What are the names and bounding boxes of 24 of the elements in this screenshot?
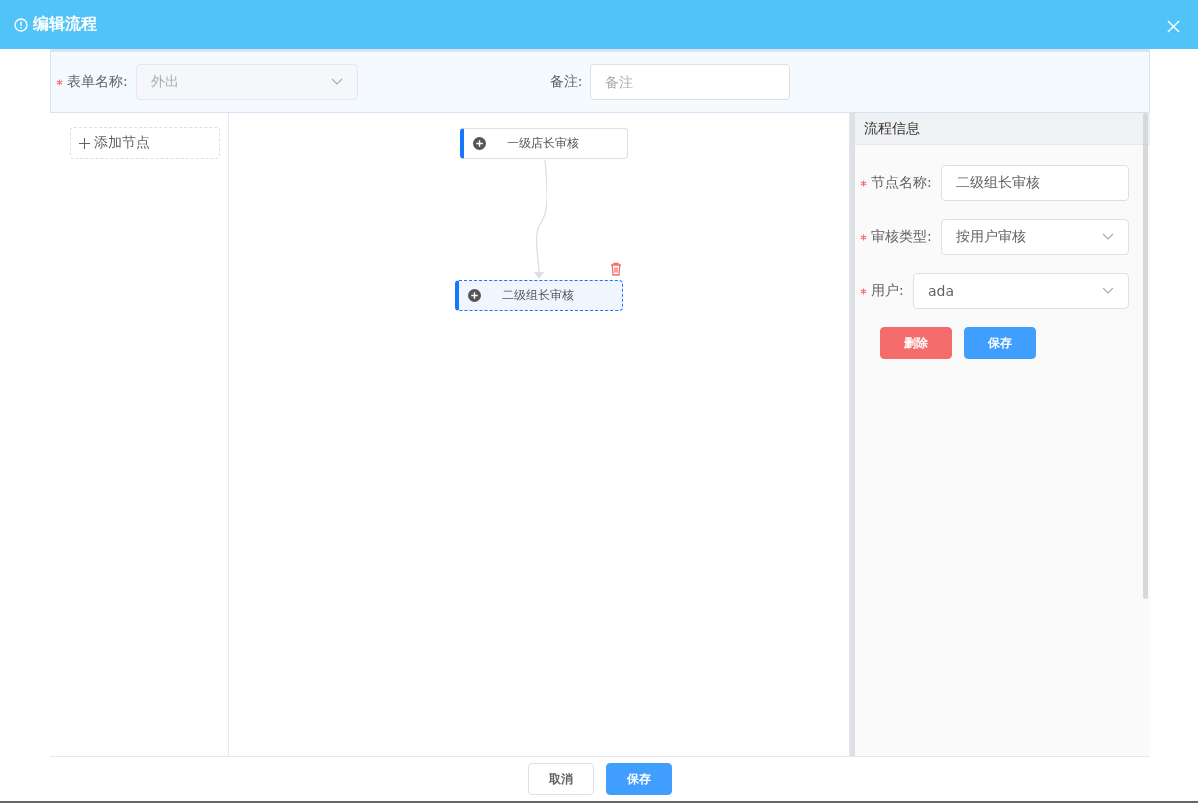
add-node-button[interactable]: 添加节点 (70, 127, 220, 159)
flow-node[interactable]: 一级店长审核 (460, 128, 628, 159)
info-icon (14, 17, 28, 32)
form-name-label: 表单名称: (67, 73, 128, 91)
select-field[interactable]: ada (913, 273, 1129, 309)
plus-circle-icon[interactable] (473, 137, 486, 150)
remark-input[interactable]: 备注 (590, 64, 791, 100)
node-name-input[interactable]: 二级组长审核 (941, 165, 1129, 201)
panel-title: 流程信息 (855, 113, 1150, 145)
field-label: 节点名称: (871, 174, 932, 192)
remark-label: 备注: (549, 73, 583, 91)
plus-icon (79, 137, 90, 149)
scrollbar[interactable] (1143, 113, 1148, 599)
select-field[interactable]: 按用户审核 (941, 219, 1129, 255)
delete-icon[interactable] (610, 262, 622, 276)
chevron-down-icon (330, 78, 343, 86)
footer-button[interactable]: 取消 (528, 763, 594, 795)
field-label: 审核类型: (871, 228, 932, 246)
plus-circle-icon[interactable] (468, 289, 481, 302)
close-icon[interactable] (1167, 20, 1180, 33)
dialog-title: 编辑流程 (33, 14, 97, 35)
field-label: 用户: (871, 282, 904, 300)
chevron-down-icon (1102, 233, 1114, 241)
chevron-down-icon (1102, 287, 1114, 295)
